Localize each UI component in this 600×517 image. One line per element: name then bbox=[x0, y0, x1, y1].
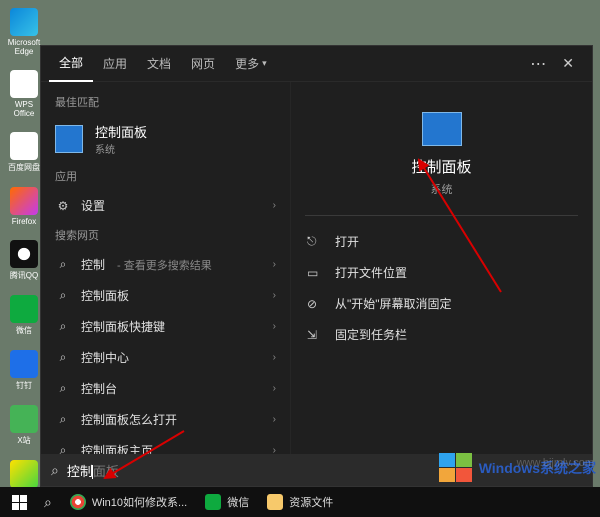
web-result-item[interactable]: ⌕控制中心› bbox=[41, 342, 290, 373]
location-icon: ▭ bbox=[307, 266, 323, 280]
taskbar-item-browser[interactable]: Win10如何修改系... bbox=[62, 487, 195, 517]
best-match-item[interactable]: 控制面板 系统 bbox=[41, 116, 290, 162]
web-result-item[interactable]: ⌕控制- 查看更多搜索结果› bbox=[41, 249, 290, 280]
app-icon bbox=[10, 350, 38, 378]
start-button[interactable] bbox=[4, 487, 34, 517]
chrome-icon bbox=[70, 494, 86, 510]
app-icon bbox=[10, 460, 38, 488]
preview-pane: 控制面板 系统 ⎋打开▭打开文件位置⊘从"开始"屏幕取消固定⇲固定到任务栏 bbox=[291, 82, 592, 454]
divider bbox=[305, 215, 578, 216]
desktop-icon[interactable]: 百度网盘 bbox=[5, 132, 43, 173]
web-result-item[interactable]: ⌕控制面板快捷键› bbox=[41, 311, 290, 342]
action-unpin[interactable]: ⊘从"开始"屏幕取消固定 bbox=[305, 288, 578, 319]
apps-item-label: 设置 bbox=[81, 197, 105, 214]
start-search-panel: 全部 应用 文档 网页 更多▾ ⋯ ✕ 最佳匹配 控制面板 系统 应用 ⚙ 设置 bbox=[40, 45, 593, 487]
tab-docs[interactable]: 文档 bbox=[137, 46, 181, 82]
preview-icon bbox=[422, 112, 462, 146]
preview-sub: 系统 bbox=[305, 181, 578, 197]
search-icon: ⌕ bbox=[55, 412, 71, 428]
search-icon: ⌕ bbox=[55, 381, 71, 397]
section-web: 搜索网页 bbox=[41, 221, 290, 249]
app-icon bbox=[10, 240, 38, 268]
search-icon: ⌕ bbox=[51, 462, 59, 479]
search-icon: ⌕ bbox=[55, 443, 71, 455]
chevron-right-icon: › bbox=[273, 352, 276, 363]
chevron-right-icon: › bbox=[273, 290, 276, 301]
desktop-icon[interactable]: Microsoft Edge bbox=[5, 8, 43, 56]
desktop-icon[interactable]: 腾讯QQ bbox=[5, 240, 43, 281]
desktop-icon[interactable]: Firefox bbox=[5, 187, 43, 226]
action-location[interactable]: ▭打开文件位置 bbox=[305, 257, 578, 288]
web-result-item[interactable]: ⌕控制台› bbox=[41, 373, 290, 404]
chevron-down-icon: ▾ bbox=[262, 58, 267, 69]
chevron-right-icon: › bbox=[273, 321, 276, 332]
web-result-item[interactable]: ⌕控制面板主页› bbox=[41, 435, 290, 454]
more-options-icon[interactable]: ⋯ bbox=[524, 54, 552, 74]
search-icon: ⌕ bbox=[55, 319, 71, 335]
watermark-url: www.bjjmlv.com bbox=[517, 457, 594, 469]
section-best-match: 最佳匹配 bbox=[41, 88, 290, 116]
windows-logo-icon bbox=[12, 495, 27, 510]
search-typed: 控制 bbox=[67, 464, 93, 479]
action-pin[interactable]: ⇲固定到任务栏 bbox=[305, 319, 578, 350]
web-result-item[interactable]: ⌕控制面板› bbox=[41, 280, 290, 311]
search-tabs: 全部 应用 文档 网页 更多▾ ⋯ ✕ bbox=[41, 46, 592, 82]
taskbar-item-folder[interactable]: 资源文件 bbox=[259, 487, 341, 517]
search-icon: ⌕ bbox=[55, 350, 71, 366]
web-result-item[interactable]: ⌕控制面板怎么打开› bbox=[41, 404, 290, 435]
preview-title: 控制面板 bbox=[305, 156, 578, 177]
wechat-icon bbox=[205, 494, 221, 510]
chevron-right-icon: › bbox=[273, 445, 276, 454]
search-icon: ⌕ bbox=[55, 257, 71, 273]
brand-logo-icon bbox=[439, 453, 473, 483]
open-icon: ⎋ bbox=[307, 234, 323, 249]
section-apps: 应用 bbox=[41, 162, 290, 190]
pin-icon: ⇲ bbox=[307, 328, 323, 342]
chevron-right-icon: › bbox=[273, 414, 276, 425]
best-match-title: 控制面板 bbox=[95, 122, 147, 141]
close-icon[interactable]: ✕ bbox=[552, 55, 584, 72]
app-icon bbox=[10, 405, 38, 433]
app-icon bbox=[10, 8, 38, 36]
tab-web[interactable]: 网页 bbox=[181, 46, 225, 82]
app-icon bbox=[10, 70, 38, 98]
tab-apps[interactable]: 应用 bbox=[93, 46, 137, 82]
best-match-sub: 系统 bbox=[95, 141, 147, 156]
app-icon bbox=[10, 295, 38, 323]
desktop-icons: Microsoft Edge WPS Office 百度网盘 Firefox 腾讯QQ 微… bbox=[5, 8, 43, 501]
chevron-right-icon: › bbox=[273, 200, 276, 211]
search-icon: ⌕ bbox=[55, 288, 71, 304]
tab-all[interactable]: 全部 bbox=[49, 46, 93, 82]
app-icon bbox=[10, 187, 38, 215]
search-suggestion: 面板 bbox=[93, 464, 119, 479]
taskbar: ⌕ Win10如何修改系... 微信 资源文件 bbox=[0, 487, 600, 517]
chevron-right-icon: › bbox=[273, 259, 276, 270]
tab-more[interactable]: 更多▾ bbox=[225, 46, 277, 82]
unpin-icon: ⊘ bbox=[307, 297, 323, 311]
taskbar-item-wechat[interactable]: 微信 bbox=[197, 487, 257, 517]
desktop-icon[interactable]: 钉钉 bbox=[5, 350, 43, 391]
folder-icon bbox=[267, 494, 283, 510]
results-left-column: 最佳匹配 控制面板 系统 应用 ⚙ 设置 › 搜索网页 ⌕控制- 查看更多搜索结… bbox=[41, 82, 291, 454]
apps-item-settings[interactable]: ⚙ 设置 › bbox=[41, 190, 290, 221]
control-panel-icon bbox=[55, 125, 83, 153]
desktop-icon[interactable]: X站 bbox=[5, 405, 43, 446]
taskbar-search-icon[interactable]: ⌕ bbox=[36, 487, 60, 517]
app-icon bbox=[10, 132, 38, 160]
chevron-right-icon: › bbox=[273, 383, 276, 394]
gear-icon: ⚙ bbox=[55, 198, 71, 214]
desktop-icon[interactable]: 微信 bbox=[5, 295, 43, 336]
action-open[interactable]: ⎋打开 bbox=[305, 226, 578, 257]
desktop-icon[interactable]: WPS Office bbox=[5, 70, 43, 118]
